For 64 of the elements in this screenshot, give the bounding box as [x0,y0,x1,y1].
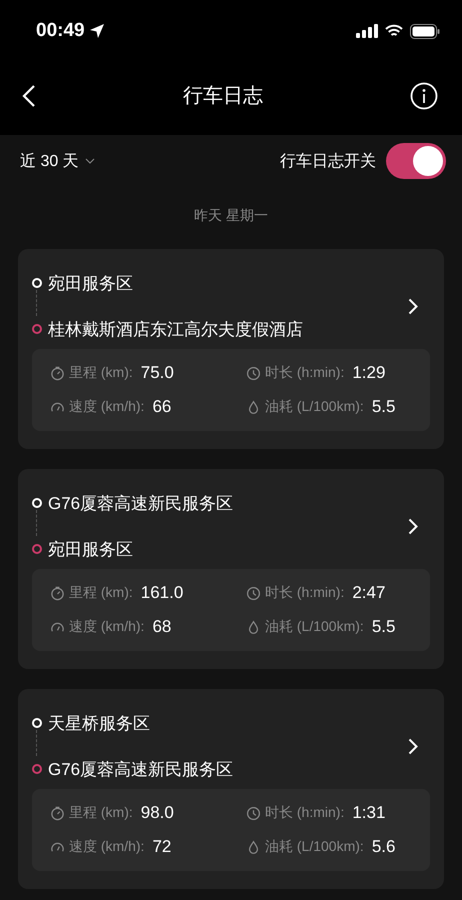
stat-value: 1:29 [352,363,386,383]
end-place: 宛田服务区 [48,538,133,560]
start-place: G76厦蓉高速新民服务区 [48,492,234,514]
end-place: 桂林戴斯酒店东江高尔夫度假酒店 [48,318,303,340]
log-toggle[interactable] [386,143,446,179]
end-place: G76厦蓉高速新民服务区 [48,758,234,780]
location-arrow-icon [88,23,105,39]
clock-icon [246,586,261,600]
page-title: 行车日志 [183,84,263,109]
drop-icon [246,620,261,634]
stat-label: 时长 (h:min): [265,804,344,822]
timer-icon [50,806,65,820]
stat-label: 速度 (km/h): [69,838,144,856]
chevron-right-icon [408,738,418,754]
stat-value: 5.5 [372,617,396,637]
end-dot-icon [32,544,42,554]
start-dot-icon [32,498,42,508]
stat-value: 5.6 [372,837,396,857]
stat-value: 66 [152,397,172,417]
date-range-dropdown[interactable]: 近 30 天 [20,150,95,172]
stat-value: 1:31 [352,803,386,823]
stat-value: 75.0 [140,363,174,383]
stat-label: 时长 (h:min): [265,584,344,602]
chevron-right-icon [408,518,418,534]
start-dot-icon [32,278,42,288]
stat-value: 5.5 [372,397,396,417]
timer-icon [50,586,65,600]
stat-value: 72 [152,837,172,857]
drop-icon [246,400,261,414]
end-dot-icon [32,764,42,774]
chevron-right-icon [408,298,418,314]
stat-label: 速度 (km/h): [69,398,144,416]
stat-value: 68 [152,617,172,637]
end-dot-icon [32,324,42,334]
start-dot-icon [32,718,42,728]
trip-card[interactable]: 天星桥服务区 G76厦蓉高速新民服务区 里程 (km): 98.0 时长 (h:min): 1:31 速度 (km/h): 72 油耗 (L/100km): 5.6 [18,689,444,889]
stat-label: 时长 (h:min): [265,364,344,382]
drop-icon [246,840,261,854]
stat-label: 速度 (km/h): [69,618,144,636]
clock-icon [246,366,261,380]
signal-icon [356,24,378,38]
start-place: 天星桥服务区 [48,712,150,734]
trip-card[interactable]: G76厦蓉高速新民服务区 宛田服务区 里程 (km): 161.0 时长 (h:min): 2:47 速度 (km/h): 68 油耗 (L/100km): 5.5 [18,469,444,669]
battery-icon [410,24,440,38]
wifi-icon [385,24,403,38]
caret-icon [84,158,95,164]
stat-value: 98.0 [140,803,174,823]
stat-label: 油耗 (L/100km): [265,838,364,856]
stat-label: 里程 (km): [69,804,133,822]
clock-icon [246,806,261,820]
trip-card[interactable]: 宛田服务区 桂林戴斯酒店东江高尔夫度假酒店 里程 (km): 75.0 时长 (h:min): 1:29 速度 (km/h): 66 油耗 (L/100km): 5.5 [18,249,444,449]
back-button[interactable] [22,84,36,108]
stat-label: 里程 (km): [69,584,133,602]
info-button[interactable] [410,82,438,110]
stat-label: 里程 (km): [69,364,133,382]
stat-label: 油耗 (L/100km): [265,398,364,416]
toggle-label: 行车日志开关 [280,152,376,172]
timer-icon [50,366,65,380]
stat-value: 2:47 [352,583,386,603]
start-place: 宛田服务区 [48,272,133,294]
status-time: 00:49 [36,20,85,42]
date-header: 昨天 星期一 [194,207,268,223]
stat-value: 161.0 [140,583,184,603]
stat-label: 油耗 (L/100km): [265,618,364,636]
